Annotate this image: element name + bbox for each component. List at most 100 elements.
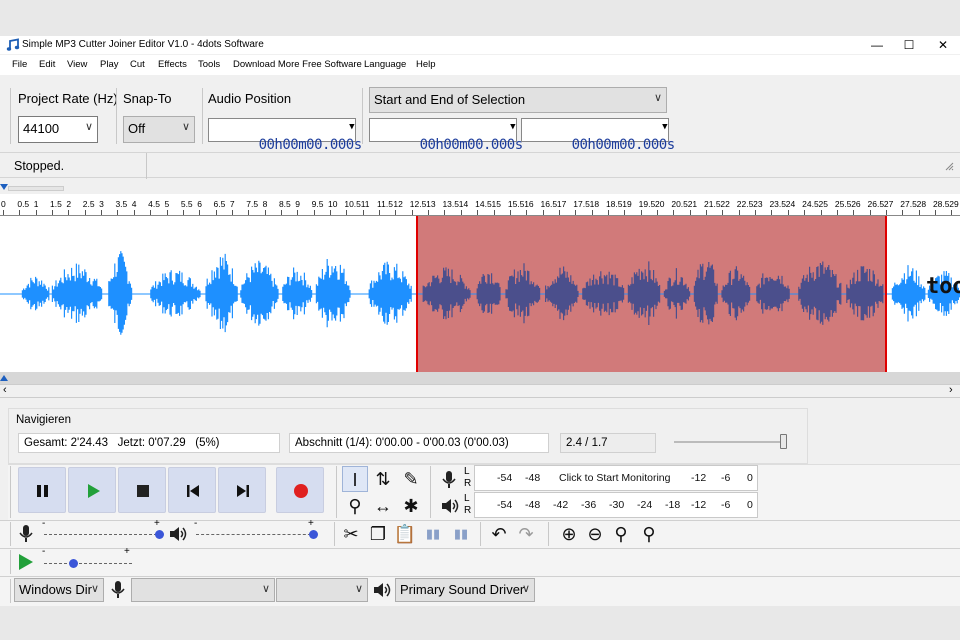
playback-volume-thumb[interactable] bbox=[309, 530, 318, 539]
project-rate-select[interactable]: 44100 ∨ bbox=[18, 116, 98, 143]
menu-file[interactable]: File bbox=[12, 59, 27, 70]
menu-play[interactable]: Play bbox=[100, 59, 118, 70]
menu-cut[interactable]: Cut bbox=[130, 59, 145, 70]
snap-to-value: Off bbox=[128, 121, 146, 136]
skip-to-end-button[interactable] bbox=[218, 467, 266, 513]
audio-position-time[interactable]: 00h00m00.000s ▼ bbox=[208, 118, 362, 153]
output-device-select[interactable]: Primary Sound Driver ∨ bbox=[395, 578, 535, 602]
ruler-tick-label: 12.5 bbox=[409, 199, 427, 209]
minimize-button[interactable]: — bbox=[860, 36, 894, 54]
zoom-tool-icon[interactable]: ⚲ bbox=[342, 493, 368, 519]
dropdown-arrow-icon[interactable]: ▼ bbox=[510, 122, 515, 132]
menu-language[interactable]: Language bbox=[364, 59, 406, 70]
cut-icon[interactable]: ✂ bbox=[338, 521, 364, 547]
scroll-right-icon[interactable]: › bbox=[949, 384, 953, 396]
trim-icon[interactable]: ▮▮ bbox=[420, 521, 446, 547]
record-meter[interactable]: -54 -48 Click to Start Monitoring -12 -6… bbox=[474, 465, 758, 491]
play-button[interactable] bbox=[68, 467, 116, 513]
dropdown-arrow-icon[interactable]: ▼ bbox=[662, 122, 667, 132]
silence-icon[interactable]: ▮▮ bbox=[448, 521, 474, 547]
ruler-tick-label: 13.5 bbox=[442, 199, 459, 209]
audio-host-select[interactable]: Windows Dir ∨ bbox=[14, 578, 104, 602]
playback-speed-slider[interactable] bbox=[44, 563, 132, 564]
ruler-tick-label: 23 bbox=[753, 199, 763, 209]
play-at-speed-icon[interactable] bbox=[16, 552, 36, 572]
ruler-tick-label: 3.5 bbox=[115, 199, 128, 209]
stop-button[interactable] bbox=[118, 467, 166, 513]
maximize-button[interactable]: ☐ bbox=[892, 36, 926, 54]
recording-volume-thumb[interactable] bbox=[155, 530, 164, 539]
navigation-slider-thumb[interactable] bbox=[780, 434, 787, 449]
pause-button[interactable] bbox=[18, 467, 66, 513]
menu-tools[interactable]: Tools bbox=[198, 59, 220, 70]
start-monitoring-label[interactable]: Click to Start Monitoring bbox=[559, 472, 670, 484]
skip-to-start-button[interactable] bbox=[168, 467, 216, 513]
ruler-tick-mark bbox=[477, 210, 479, 215]
ruler-tick-label: 13 bbox=[426, 199, 436, 209]
scroll-left-icon[interactable]: ‹ bbox=[3, 384, 7, 396]
recording-volume-slider[interactable] bbox=[44, 534, 162, 535]
ruler-tick-label: 14 bbox=[458, 199, 469, 209]
menu-download[interactable]: Download More Free Software bbox=[233, 59, 362, 70]
ruler-tick-label: 6.5 bbox=[213, 199, 226, 209]
dropdown-arrow-icon[interactable]: ▼ bbox=[349, 122, 354, 132]
app-window: Simple MP3 Cutter Joiner Editor V1.0 - 4… bbox=[0, 36, 960, 606]
playback-speed-thumb[interactable] bbox=[69, 559, 78, 568]
menu-view[interactable]: View bbox=[67, 59, 87, 70]
navigation-slider-track[interactable] bbox=[674, 441, 786, 443]
ruler-tick-mark bbox=[297, 210, 299, 215]
snap-to-select[interactable]: Off ∨ bbox=[123, 116, 195, 143]
draw-tool-icon[interactable]: ✎ bbox=[398, 466, 424, 492]
record-button[interactable] bbox=[276, 467, 324, 513]
input-channels-select[interactable]: ∨ bbox=[276, 578, 368, 602]
ruler-tick-label: 19.5 bbox=[638, 199, 656, 209]
playback-meter[interactable]: -54 -48 -42 -36 -30 -24 -18 -12 -6 0 bbox=[474, 492, 758, 518]
fit-project-icon[interactable]: ⚲ bbox=[636, 521, 662, 547]
selection-start-time[interactable]: 00h00m00.000s ▼ bbox=[369, 118, 523, 153]
selection-end-value: 00h00m00.000s bbox=[571, 137, 676, 153]
record-meter-mic-icon[interactable] bbox=[440, 470, 458, 490]
zoom-out-icon[interactable]: ⊖ bbox=[582, 521, 608, 547]
selection-tool-icon[interactable]: I bbox=[342, 466, 368, 492]
timeline-scroll-thumb[interactable] bbox=[8, 186, 64, 191]
waveform-track[interactable]: too bbox=[0, 216, 960, 372]
ruler-tick-mark bbox=[117, 210, 119, 215]
ruler-tick-label: 24 bbox=[785, 199, 796, 209]
playback-meter-speaker-icon[interactable] bbox=[440, 496, 460, 516]
ruler-tick-label: 22.5 bbox=[736, 199, 754, 209]
ruler-tick-label: 7.5 bbox=[246, 199, 259, 209]
timeline-ruler[interactable]: 0 0.5 1 1.5 2 2.5 3 3.5 4 4.5 5 5.5 6 6.5 7 7.5 8 8.5 9 9.5… bbox=[0, 194, 960, 216]
zoom-in-icon[interactable]: ⊕ bbox=[556, 521, 582, 547]
toolbar-grip bbox=[10, 522, 11, 546]
multi-tool-icon[interactable]: ✱ bbox=[398, 493, 424, 519]
horizontal-scrollbar[interactable]: ‹ › bbox=[0, 384, 960, 398]
menu-help[interactable]: Help bbox=[416, 59, 436, 70]
playback-volume-slider[interactable] bbox=[196, 534, 316, 535]
selection-mode-select[interactable]: Start and End of Selection ∨ bbox=[369, 87, 667, 113]
meter-tick: -48 bbox=[525, 499, 541, 511]
undo-icon[interactable]: ↶ bbox=[486, 521, 512, 547]
time-shift-tool-icon[interactable]: ↔ bbox=[370, 493, 396, 519]
close-button[interactable]: ✕ bbox=[926, 36, 960, 54]
menu-effects[interactable]: Effects bbox=[158, 59, 187, 70]
paste-icon[interactable]: 📋 bbox=[392, 521, 418, 547]
ruler-tick-mark bbox=[526, 210, 528, 215]
selection-start-line[interactable] bbox=[416, 216, 418, 388]
fit-selection-icon[interactable]: ⚲ bbox=[608, 521, 634, 547]
input-device-select[interactable]: ∨ bbox=[131, 578, 275, 602]
menu-edit[interactable]: Edit bbox=[39, 59, 55, 70]
selection-end-line[interactable] bbox=[885, 216, 887, 388]
copy-icon[interactable]: ❐ bbox=[365, 521, 391, 547]
ruler-tick-mark bbox=[379, 210, 381, 215]
envelope-tool-icon[interactable]: ⇅ bbox=[370, 466, 396, 492]
separator bbox=[430, 466, 431, 518]
ruler-tick-label: 0.5 bbox=[17, 199, 30, 209]
track-marker-icon[interactable] bbox=[0, 374, 10, 382]
ruler-tick-mark bbox=[19, 210, 21, 215]
resize-grip-icon[interactable] bbox=[944, 161, 954, 171]
slider-minus-label: - bbox=[194, 518, 198, 529]
selection-end-time[interactable]: 00h00m00.000s ▼ bbox=[521, 118, 675, 153]
redo-icon[interactable]: ↷ bbox=[513, 521, 539, 547]
waveform-selected-samples bbox=[422, 261, 884, 325]
ruler-tick-label: 2 bbox=[66, 199, 72, 209]
